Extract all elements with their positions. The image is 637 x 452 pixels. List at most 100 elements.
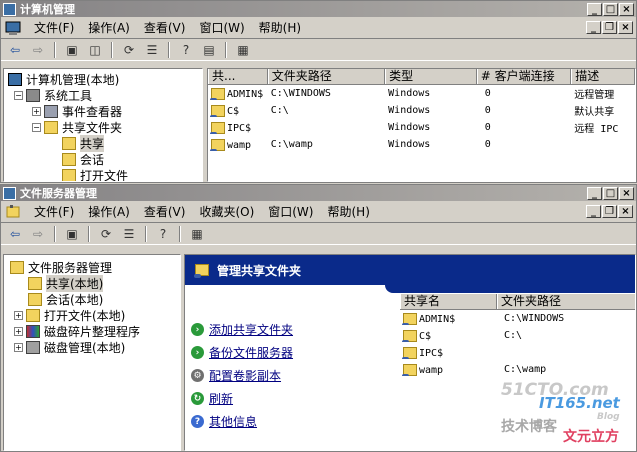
share-folder-icon[interactable]: ▦ [233, 41, 253, 59]
up-folder-icon[interactable]: ▣ [62, 41, 82, 59]
menu-view[interactable]: 查看(V) [137, 203, 193, 220]
watermark-it165: IT165.net [539, 394, 620, 412]
table-cell-path: C:\ [270, 105, 289, 116]
tree-item-disk-management[interactable]: + 磁盘管理(本地) [4, 339, 180, 355]
column-header-type[interactable]: 类型 [385, 69, 477, 84]
share-icon [210, 87, 225, 100]
minimize-button[interactable]: _ [587, 2, 602, 16]
maximize-button[interactable]: □ [603, 2, 618, 16]
title-bar[interactable]: 计算机管理 _ □ × [1, 1, 636, 17]
share-icon [62, 136, 76, 150]
share-folder-icon [194, 264, 209, 278]
tree-item-root[interactable]: 文件服务器管理 [4, 259, 180, 275]
expand-toggle[interactable]: + [32, 106, 41, 116]
task-backup[interactable]: › 备份文件服务器 [191, 344, 293, 361]
title-bar[interactable]: 文件服务器管理 _ □ × [1, 185, 636, 201]
tree-item-sessions[interactable]: 会话(本地) [4, 291, 180, 307]
table-row[interactable]: IPC$ Windows 0 远程 IPC [208, 119, 635, 136]
expand-toggle[interactable]: + [14, 342, 23, 352]
menu-window[interactable]: 窗口(W) [192, 19, 251, 36]
table-row[interactable]: C$ C:\ Windows 0 默认共享 [208, 102, 635, 119]
tree-item-root[interactable]: 计算机管理(本地) [4, 71, 202, 87]
mdi-minimize-button[interactable]: _ [586, 21, 601, 34]
table-row[interactable]: wamp C:\wamp [400, 361, 635, 378]
task-refresh[interactable]: ↻ 刷新 [191, 390, 233, 407]
column-header-clients[interactable]: # 客户端连接 [476, 69, 572, 84]
table-cell-path: C:\ [504, 330, 523, 341]
menu-help[interactable]: 帮助(H) [320, 203, 376, 220]
menu-favorites[interactable]: 收藏夹(O) [192, 203, 261, 220]
menu-help[interactable]: 帮助(H) [252, 19, 308, 36]
menu-file[interactable]: 文件(F) [27, 203, 81, 220]
tree-item-sessions[interactable]: 会话 [4, 151, 202, 167]
computer-management-icon [3, 2, 16, 16]
tree-pane: 计算机管理(本地) − 系统工具 + 事件查看器 − 共享文件夹 共享 会话 打… [3, 68, 203, 182]
tree-item-shared-folders[interactable]: − 共享文件夹 [4, 119, 202, 135]
tree-item-shares[interactable]: 共享(本地) [4, 274, 180, 292]
back-arrow-icon[interactable]: ⇦ [5, 225, 25, 243]
mdi-restore-button[interactable]: ❐ [602, 205, 617, 218]
menu-action[interactable]: 操作(A) [81, 203, 137, 220]
mdi-restore-button[interactable]: ❐ [602, 21, 617, 34]
mdi-close-button[interactable]: × [618, 205, 633, 218]
minimize-button[interactable]: _ [587, 186, 602, 200]
table-row[interactable]: C$ C:\ [400, 327, 635, 344]
properties-icon[interactable]: ▤ [199, 41, 219, 59]
tree-item-open-files[interactable]: 打开文件 [4, 167, 202, 181]
computer-management-window: 计算机管理 _ □ × 文件(F) 操作(A) 查看(V) 窗口(W) 帮助(H… [0, 0, 637, 183]
task-shadow-copy[interactable]: ⚙ 配置卷影副本 [191, 367, 281, 384]
menu-bar: 文件(F) 操作(A) 查看(V) 窗口(W) 帮助(H) _ ❐ × [1, 17, 636, 39]
collapse-toggle[interactable]: − [32, 122, 41, 132]
refresh-icon[interactable]: ⟳ [119, 41, 139, 59]
share-folder-icon[interactable]: ▦ [187, 225, 207, 243]
menu-view[interactable]: 查看(V) [137, 19, 193, 36]
table-cell-path: C:\wamp [504, 364, 547, 375]
tree-item-defrag[interactable]: + 磁盘碎片整理程序 [4, 323, 180, 339]
export-list-icon[interactable]: ☰ [119, 225, 139, 243]
tree-item-system-tools[interactable]: − 系统工具 [4, 87, 202, 103]
table-cell-desc: 远程管理 [574, 90, 615, 101]
menu-action[interactable]: 操作(A) [81, 19, 137, 36]
table-row[interactable]: wamp C:\wamp Windows 0 [208, 136, 635, 153]
table-cell-clients: 0 [484, 88, 491, 99]
expand-toggle[interactable]: + [14, 310, 23, 320]
column-header-share[interactable]: 共... [208, 69, 268, 84]
forward-arrow-icon[interactable]: ⇨ [28, 41, 48, 59]
up-folder-icon[interactable]: ▣ [62, 225, 82, 243]
maximize-button[interactable]: □ [603, 186, 618, 200]
close-button[interactable]: × [619, 186, 634, 200]
refresh-icon[interactable]: ⟳ [96, 225, 116, 243]
back-arrow-icon[interactable]: ⇦ [5, 41, 25, 59]
sessions-icon [62, 152, 76, 166]
help-icon: ? [191, 415, 204, 428]
help-icon[interactable]: ? [153, 225, 173, 243]
task-add-share[interactable]: › 添加共享文件夹 [191, 321, 293, 338]
mdi-close-button[interactable]: × [618, 21, 633, 34]
share-icon [28, 276, 42, 290]
table-row[interactable]: ADMIN$ C:\WINDOWS Windows 0 远程管理 [208, 85, 635, 102]
column-header-path[interactable]: 文件夹路径 [497, 294, 635, 309]
menu-file[interactable]: 文件(F) [27, 19, 81, 36]
toolbar: ⇦ ⇨ ▣ ⟳ ☰ ? ▦ [1, 223, 636, 245]
watermark-wenyuan: 文元立方 [563, 429, 619, 445]
table-row[interactable]: ADMIN$ C:\WINDOWS [400, 310, 635, 327]
table-row[interactable]: IPC$ [400, 344, 635, 361]
close-button[interactable]: × [619, 2, 634, 16]
column-header-desc[interactable]: 描述 [571, 69, 635, 84]
tree-item-open-files[interactable]: + 打开文件(本地) [4, 307, 180, 323]
help-icon[interactable]: ? [176, 41, 196, 59]
task-more-info[interactable]: ? 其他信息 [191, 413, 257, 430]
export-list-icon[interactable]: ☰ [142, 41, 162, 59]
column-header-path[interactable]: 文件夹路径 [267, 69, 386, 84]
expand-toggle[interactable]: + [14, 326, 23, 336]
share-icon [402, 346, 417, 359]
column-header-share[interactable]: 共享名 [400, 294, 497, 309]
show-hide-tree-icon[interactable]: ◫ [85, 41, 105, 59]
forward-arrow-icon[interactable]: ⇨ [28, 225, 48, 243]
tree-item-event-viewer[interactable]: + 事件查看器 [4, 103, 202, 119]
tools-icon [26, 88, 40, 102]
tree-item-shares[interactable]: 共享 [4, 134, 202, 152]
collapse-toggle[interactable]: − [14, 90, 23, 100]
menu-window[interactable]: 窗口(W) [261, 203, 320, 220]
mdi-minimize-button[interactable]: _ [586, 205, 601, 218]
